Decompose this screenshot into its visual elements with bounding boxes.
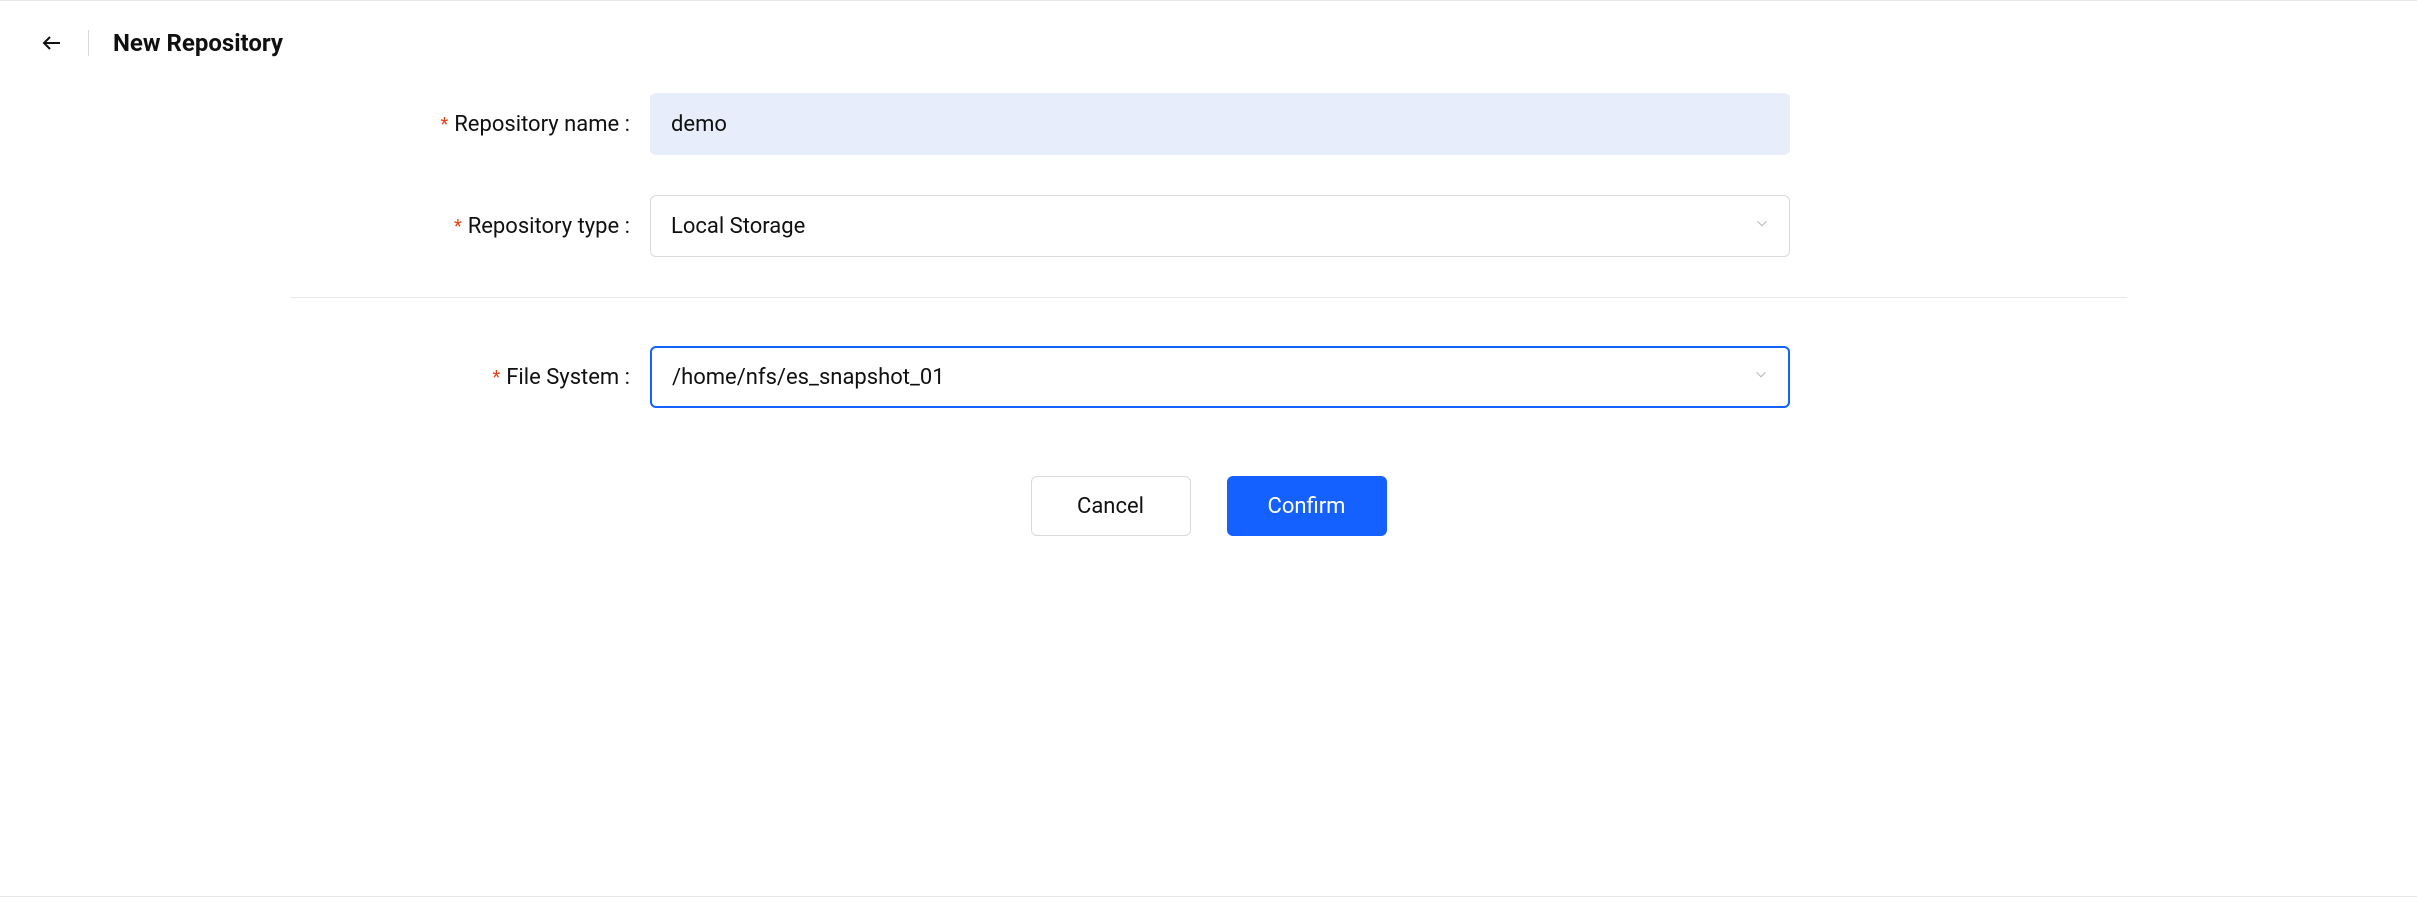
header-divider (88, 30, 89, 56)
arrow-left-icon[interactable] (40, 31, 64, 55)
repository-type-select[interactable]: Local Storage (650, 195, 1790, 257)
file-system-value: /home/nfs/es_snapshot_01 (672, 365, 945, 390)
page-header: New Repository (0, 1, 2417, 93)
control-repository-type: Local Storage (650, 195, 1790, 257)
form-row-name: *Repository name : demo (290, 93, 2127, 155)
control-repository-name: demo (650, 93, 1790, 155)
label-repository-type: *Repository type : (290, 214, 650, 239)
label-repository-name: *Repository name : (290, 112, 650, 137)
page-title: New Repository (113, 29, 283, 57)
required-mark: * (492, 367, 500, 388)
required-mark: * (440, 114, 448, 135)
form-row-type: *Repository type : Local Storage (290, 195, 2127, 257)
repository-form: *Repository name : demo *Repository type… (0, 93, 2417, 536)
form-row-filesystem: *File System : /home/nfs/es_snapshot_01 (290, 346, 2127, 408)
required-mark: * (454, 216, 462, 237)
repository-type-value: Local Storage (671, 214, 805, 239)
file-system-select[interactable]: /home/nfs/es_snapshot_01 (650, 346, 1790, 408)
confirm-button[interactable]: Confirm (1227, 476, 1387, 536)
new-repository-page: New Repository *Repository name : demo *… (0, 0, 2417, 897)
chevron-down-icon (1753, 214, 1771, 239)
repository-name-input[interactable]: demo (650, 93, 1790, 155)
label-file-system: *File System : (290, 365, 650, 390)
cancel-button[interactable]: Cancel (1031, 476, 1191, 536)
chevron-down-icon (1752, 365, 1770, 390)
form-actions: Cancel Confirm (290, 476, 2127, 536)
control-file-system: /home/nfs/es_snapshot_01 (650, 346, 1790, 408)
section-divider (290, 297, 2127, 298)
